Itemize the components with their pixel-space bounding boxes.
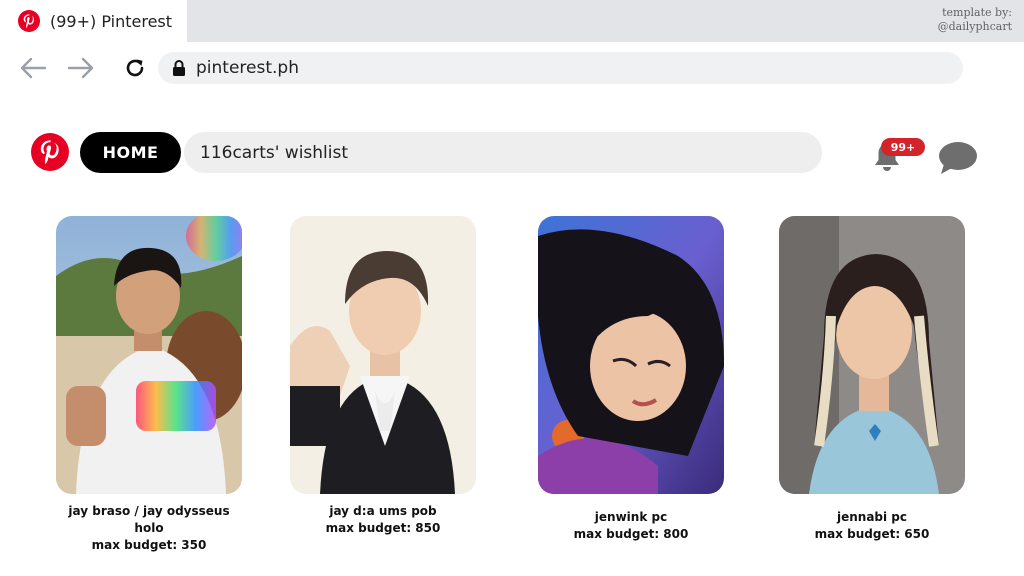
pin-title: jenwink pc	[594, 510, 668, 524]
lock-icon	[173, 60, 185, 76]
browser-navbar: pinterest.ph	[0, 42, 1024, 94]
credit-line-1: template by:	[942, 6, 1012, 19]
forward-button[interactable]	[66, 54, 96, 82]
pin-budget: max budget: 850	[325, 521, 441, 535]
search-value: 116carts' wishlist	[200, 142, 349, 163]
photocard-image-jennabi	[779, 216, 965, 494]
photocard-image-jay-pob	[290, 216, 476, 494]
pin-photo[interactable]	[538, 216, 724, 494]
notification-badge: 99+	[881, 138, 925, 156]
pin-title: jay braso / jay odysseus holo	[68, 504, 230, 535]
pin-title: jay d:a ums pob	[329, 504, 437, 518]
forward-arrow-icon	[67, 57, 94, 79]
pin-title: jennabi pc	[836, 510, 908, 524]
pin-card[interactable]: jay braso / jay odysseus holo max budget…	[56, 216, 242, 554]
pin-card[interactable]: jenwink pc max budget: 800	[538, 216, 724, 543]
back-button[interactable]	[18, 54, 48, 82]
photocard-image-jay-holo	[56, 216, 242, 494]
search-input[interactable]: 116carts' wishlist	[184, 132, 822, 173]
pinterest-logo-icon[interactable]	[31, 133, 69, 171]
url-text: pinterest.ph	[196, 58, 299, 78]
reload-icon	[126, 59, 144, 77]
template-credit: template by: @dailyphcart	[938, 6, 1012, 34]
pinterest-favicon-icon	[18, 10, 40, 32]
chat-icon[interactable]	[936, 140, 980, 176]
browser-tab[interactable]: (99+) Pinterest	[0, 0, 187, 42]
pin-card[interactable]: jay d:a ums pob max budget: 850	[290, 216, 476, 537]
address-bar[interactable]: pinterest.ph	[158, 52, 963, 84]
pin-card[interactable]: jennabi pc max budget: 650	[779, 216, 965, 543]
pin-budget: max budget: 800	[573, 527, 689, 541]
tab-title: (99+) Pinterest	[50, 11, 173, 31]
browser-tab-strip: (99+) Pinterest template by: @dailyphcar…	[0, 0, 1024, 42]
back-arrow-icon	[20, 57, 47, 79]
pin-budget: max budget: 650	[814, 527, 930, 541]
photocard-image-jenwink	[538, 216, 724, 494]
pin-photo[interactable]	[290, 216, 476, 494]
credit-line-2: @dailyphcart	[937, 20, 1012, 33]
home-button[interactable]: HOME	[80, 132, 181, 173]
reload-button[interactable]	[120, 54, 150, 82]
pin-photo[interactable]	[779, 216, 965, 494]
pin-photo[interactable]	[56, 216, 242, 494]
pin-budget: max budget: 350	[91, 538, 207, 552]
